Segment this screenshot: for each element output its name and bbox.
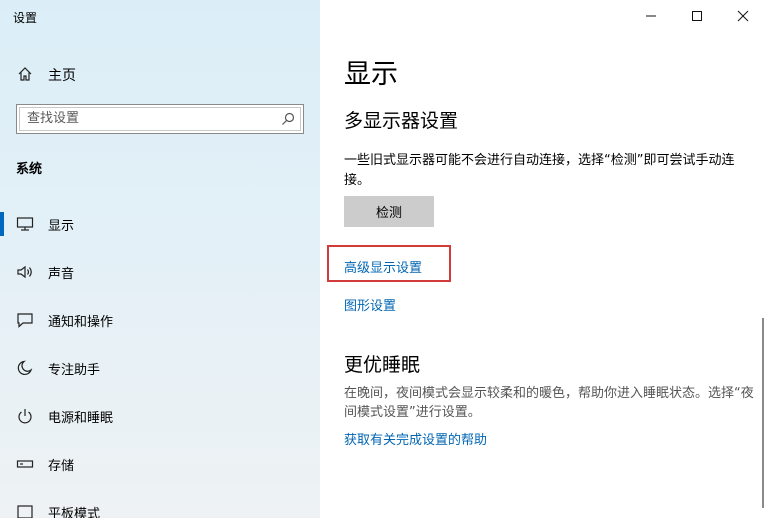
close-button[interactable] <box>733 6 753 26</box>
sidebar-item-label: 显示 <box>48 219 75 234</box>
moon-icon <box>17 360 33 376</box>
maximize-button[interactable] <box>687 6 707 26</box>
search-box[interactable] <box>16 104 304 134</box>
minimize-button[interactable] <box>641 6 661 26</box>
better-sleep-heading: 更优睡眠 <box>344 354 421 376</box>
advanced-display-settings-link[interactable]: 高级显示设置 <box>344 257 422 276</box>
sidebar-item-display[interactable]: 显示 <box>0 204 320 244</box>
detect-button[interactable]: 检测 <box>344 196 434 227</box>
sidebar-item-label: 专注助手 <box>48 363 101 378</box>
sidebar-item-label: 声音 <box>48 267 75 282</box>
content-pane: 显示 多显示器设置 一些旧式显示器可能不会进行自动连接，选择“检测”即可尝试手动… <box>320 0 766 518</box>
help-link[interactable]: 获取有关完成设置的帮助 <box>344 429 487 448</box>
multi-display-description: 一些旧式显示器可能不会进行自动连接，选择“检测”即可尝试手动连接。 <box>344 153 735 188</box>
sidebar-item-notifications[interactable]: 通知和操作 <box>0 300 320 340</box>
sidebar: 设置 主页 系统 显示 声音 <box>0 0 320 518</box>
sidebar-item-label: 电源和睡眠 <box>48 411 114 426</box>
minimize-icon <box>646 15 656 17</box>
maximize-icon <box>692 11 702 21</box>
scrollbar[interactable] <box>762 318 764 508</box>
sidebar-item-power-sleep[interactable]: 电源和睡眠 <box>0 396 320 436</box>
home-icon <box>18 67 32 81</box>
sidebar-item-label: 平板模式 <box>48 507 101 518</box>
tablet-icon <box>17 505 33 518</box>
sidebar-item-storage[interactable]: 存储 <box>0 444 320 484</box>
close-icon <box>737 10 749 22</box>
sidebar-item-tablet-mode[interactable]: 平板模式 <box>0 492 320 518</box>
search-input[interactable] <box>27 111 267 126</box>
sidebar-item-focus-assist[interactable]: 专注助手 <box>0 348 320 388</box>
sidebar-item-label: 存储 <box>48 459 75 474</box>
app-title: 设置 <box>13 11 38 25</box>
monitor-icon <box>16 217 34 231</box>
section-title: 系统 <box>16 162 43 177</box>
active-indicator <box>0 212 4 236</box>
better-sleep-description: 在晚间，夜间模式会显示较柔和的暖色，帮助你进入睡眠状态。选择“夜间模式设置”进行… <box>344 386 754 420</box>
search-icon[interactable] <box>281 112 295 126</box>
power-icon <box>18 409 32 424</box>
sidebar-item-label: 通知和操作 <box>48 315 114 330</box>
page-title: 显示 <box>344 59 398 90</box>
storage-icon <box>16 460 34 468</box>
sidebar-item-sound[interactable]: 声音 <box>0 252 320 292</box>
home-label: 主页 <box>48 68 76 84</box>
graphics-settings-link[interactable]: 图形设置 <box>344 295 396 314</box>
multi-display-heading: 多显示器设置 <box>344 110 459 132</box>
notification-icon <box>17 313 33 328</box>
home-nav-item[interactable]: 主页 <box>0 58 320 90</box>
speaker-icon <box>17 265 32 279</box>
